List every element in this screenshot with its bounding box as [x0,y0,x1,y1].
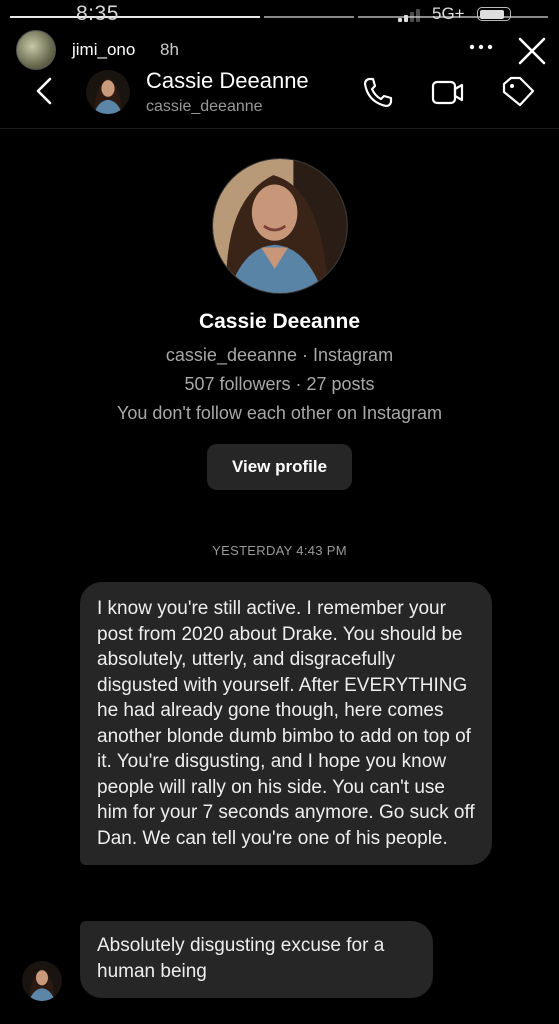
call-button[interactable] [360,74,396,110]
profile-stats-line: 507 followers · 27 posts [184,374,375,394]
profile-name: Cassie Deeanne [198,310,361,333]
phone-icon [363,77,393,108]
portrait-image [22,961,62,1001]
chat-header: Cassie Deeanne cassie_deeanne [0,66,559,129]
network-type: 5G+ [432,4,465,23]
header-handle: cassie_deeanne [146,98,263,115]
back-icon [36,77,52,105]
battery-icon [477,7,511,21]
profile-follow-status: You don't follow each other on Instagram [117,403,442,423]
story-progress-segment [264,16,354,18]
video-icon [431,80,464,105]
sender-avatar[interactable] [22,961,62,1001]
story-user-avatar[interactable] [16,30,56,70]
story-header: jimi_ono 8h [0,30,559,70]
profile-avatar[interactable] [212,158,348,294]
close-icon [518,37,546,65]
close-button[interactable] [515,34,549,68]
portrait-image [213,159,347,293]
back-button[interactable] [32,76,56,106]
battery-level [479,9,505,19]
status-bar: 8:35 5G+ [0,0,559,30]
profile-handle-line: cassie_deeanne · Instagram [165,345,394,365]
view-profile-button[interactable]: View profile [207,444,352,490]
status-time: 8:35 [76,2,119,25]
message-bubble[interactable]: I know you're still active. I remember y… [80,582,492,865]
message-timestamp: YESTERDAY 4:43 PM [212,543,347,558]
story-progress-segment [10,16,260,18]
story-age: 8h [160,40,179,59]
header-name[interactable]: Cassie Deeanne [146,68,309,94]
story-progress-fill [10,16,260,18]
ellipsis-icon [469,44,493,50]
story-username[interactable]: jimi_ono [72,40,135,60]
more-options-button[interactable] [468,38,494,52]
message-bubble[interactable]: Absolutely disgusting excuse for a human… [80,921,433,998]
tag-button[interactable] [500,74,536,110]
header-avatar[interactable] [86,70,130,114]
tag-icon [502,76,535,107]
video-call-button[interactable] [430,74,466,110]
portrait-image [86,70,130,114]
signal-icon [398,8,424,22]
